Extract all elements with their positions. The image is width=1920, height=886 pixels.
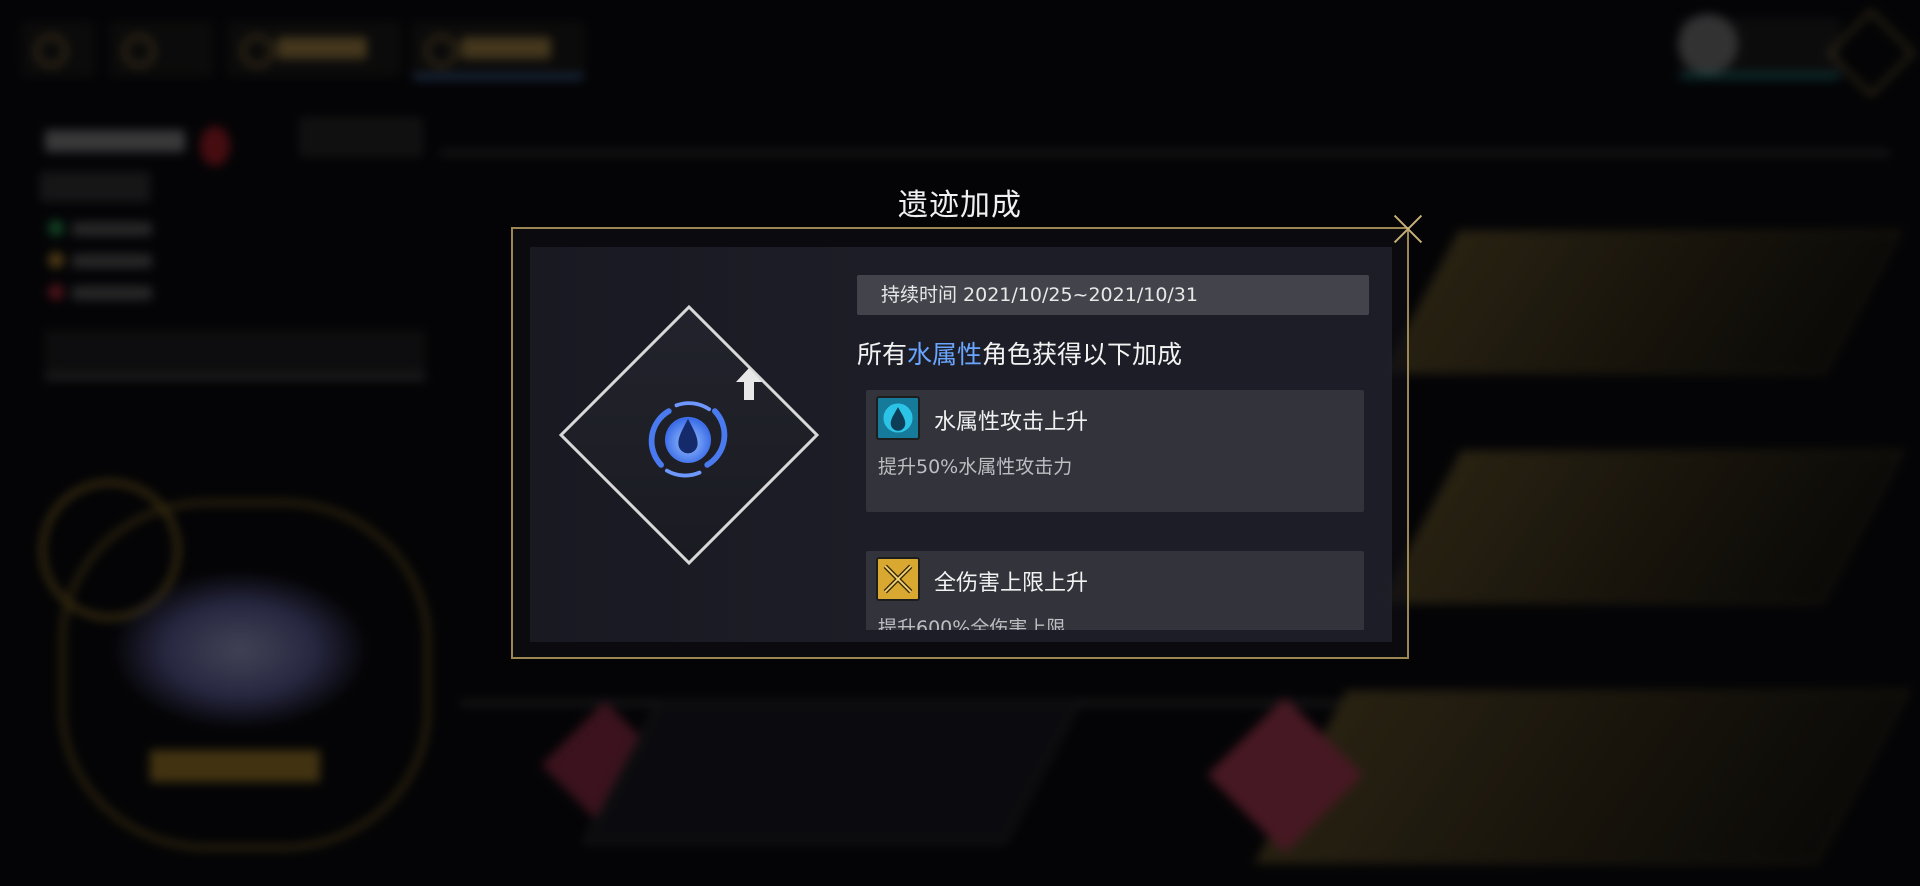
crossed-swords-icon <box>876 557 920 601</box>
effects-list[interactable]: 水属性攻击上升 提升50%水属性攻击力 全伤害上限上升 提升600%全伤害上限 <box>866 390 1364 630</box>
water-drop-icon <box>648 401 728 478</box>
effect-item: 水属性攻击上升 提升50%水属性攻击力 <box>866 390 1364 512</box>
game-screen: 遗迹加成 持续时间 2021/10/25~2021/10/31 所有水属性角色获… <box>0 0 1920 886</box>
up-arrow-icon <box>736 368 762 400</box>
effect-name: 全伤害上限上升 <box>934 571 1089 596</box>
bonus-prefix: 所有 <box>857 340 908 369</box>
bonus-element: 水属性 <box>907 340 983 369</box>
effect-desc: 提升50%水属性攻击力 <box>878 456 1073 478</box>
dialog-title: 遗迹加成 <box>898 188 1022 223</box>
duration-bar: 持续时间 2021/10/25~2021/10/31 <box>857 275 1369 315</box>
water-attack-icon <box>876 396 920 440</box>
effect-name: 水属性攻击上升 <box>934 410 1089 435</box>
bonus-suffix: 角色获得以下加成 <box>982 340 1183 369</box>
effect-item: 全伤害上限上升 提升600%全伤害上限 <box>866 551 1364 630</box>
bonus-description: 所有水属性角色获得以下加成 <box>857 335 1182 371</box>
close-icon[interactable] <box>1388 208 1428 248</box>
effect-desc: 提升600%全伤害上限 <box>878 617 1066 630</box>
